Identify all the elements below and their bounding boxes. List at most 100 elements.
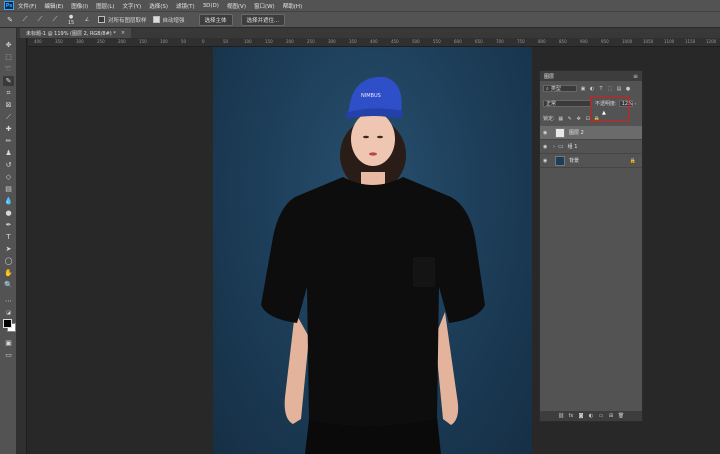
- ruler-tick-label: 450: [391, 39, 399, 44]
- crop-tool-icon[interactable]: ⌗: [3, 88, 14, 98]
- quick-select-tool-icon[interactable]: ✎: [5, 15, 15, 25]
- type-tool-icon[interactable]: T: [3, 232, 14, 242]
- menu-layer[interactable]: 图层(L): [96, 2, 114, 10]
- new-adjustment-icon[interactable]: ◐: [588, 413, 595, 419]
- ruler-tick-label: 700: [496, 39, 504, 44]
- pen-tool-icon[interactable]: ✒: [3, 220, 14, 230]
- menu-view[interactable]: 视图(V): [227, 2, 246, 10]
- opacity-dropdown-icon[interactable]: ›: [635, 101, 637, 106]
- filter-toggle-icon[interactable]: ●: [625, 86, 631, 92]
- select-subject-button[interactable]: 选择主体: [198, 13, 233, 26]
- ruler-tick-label: 1150: [685, 39, 696, 44]
- blur-tool-icon[interactable]: 💧: [3, 196, 14, 206]
- ruler-tick-label: 150: [139, 39, 147, 44]
- layer-name: 组 1: [567, 144, 578, 150]
- lock-pixels-icon[interactable]: ▦: [558, 116, 564, 122]
- layers-panel-title[interactable]: 图层: [544, 73, 554, 80]
- visibility-eye-icon[interactable]: ◉: [543, 158, 550, 164]
- quick-mask-icon[interactable]: ▣: [3, 338, 14, 348]
- select-and-mask-button[interactable]: 选择并遮住...: [240, 13, 286, 26]
- healing-brush-icon[interactable]: ✚: [3, 124, 14, 134]
- document-tab[interactable]: 未标题-1 @ 119% (图层 2, RGB/8#) * ×: [20, 28, 132, 38]
- ruler-tick-label: 200: [286, 39, 294, 44]
- filter-adjustment-icon[interactable]: ◐: [589, 86, 595, 92]
- layers-panel-header: 图层 ≡: [540, 71, 642, 81]
- more-tools-icon[interactable]: ⋯: [3, 296, 14, 306]
- subtract-selection-icon[interactable]: ⟋: [50, 15, 60, 25]
- dodge-tool-icon[interactable]: ●: [3, 208, 14, 218]
- layer-row[interactable]: ◉ › ▭ 组 1: [540, 140, 642, 154]
- filter-shape-icon[interactable]: ⬚: [607, 86, 613, 92]
- filter-pixel-icon[interactable]: ▣: [580, 86, 586, 92]
- visibility-eye-icon[interactable]: ◉: [543, 130, 550, 136]
- history-brush-icon[interactable]: ↺: [3, 160, 14, 170]
- default-colors-icon[interactable]: ◪: [3, 308, 14, 318]
- new-group-icon[interactable]: ▭: [598, 413, 605, 419]
- group-expand-icon[interactable]: ›: [553, 144, 555, 150]
- lock-position-icon[interactable]: ✥: [576, 116, 582, 122]
- menu-type[interactable]: 文字(Y): [123, 2, 142, 10]
- menu-filter[interactable]: 滤镜(T): [176, 2, 195, 10]
- auto-enhance-checkbox[interactable]: [152, 16, 160, 23]
- foreground-color-swatch[interactable]: [3, 319, 12, 328]
- ruler-tick-label: 50: [223, 39, 229, 44]
- eye-right-shape: [377, 135, 383, 139]
- hand-tool-icon[interactable]: ✋: [3, 268, 14, 278]
- folder-icon: ▭: [558, 143, 564, 150]
- visibility-eye-icon[interactable]: ◉: [543, 144, 550, 150]
- menu-image[interactable]: 图像(I): [71, 2, 88, 10]
- layer-row[interactable]: ◉ 图层 2: [540, 126, 642, 140]
- add-mask-icon[interactable]: ◙: [578, 413, 585, 419]
- horizontal-ruler: 400 350 300 250 200 150 100 50 0 50 100 150 200 250 30…: [28, 38, 720, 47]
- screen-mode-icon[interactable]: ▭: [3, 350, 14, 360]
- layer-name: 图层 2: [569, 130, 584, 136]
- marquee-tool-icon[interactable]: ⬚: [3, 52, 14, 62]
- lock-paint-icon[interactable]: ✎: [567, 116, 573, 122]
- menu-3d[interactable]: 3D(D): [203, 3, 219, 9]
- filter-type-icon[interactable]: T: [598, 86, 604, 92]
- gradient-tool-icon[interactable]: ▤: [3, 184, 14, 194]
- menu-edit[interactable]: 编辑(E): [44, 2, 63, 10]
- layer-name: 背景: [569, 158, 580, 164]
- layer-thumbnail: [555, 155, 565, 166]
- path-select-icon[interactable]: ➤: [3, 244, 14, 254]
- lasso-tool-icon[interactable]: ➰: [3, 64, 14, 74]
- brush-angle-icon[interactable]: ∠: [82, 15, 92, 25]
- clone-stamp-icon[interactable]: ♟: [3, 148, 14, 158]
- layer-style-icon[interactable]: fx: [568, 413, 575, 419]
- eye-left-shape: [363, 135, 369, 139]
- ruler-tick-label: 550: [433, 39, 441, 44]
- delete-layer-icon[interactable]: 🗑: [618, 413, 625, 419]
- brush-size-picker[interactable]: ● 15: [65, 14, 77, 26]
- menu-select[interactable]: 选择(S): [149, 2, 168, 10]
- zoom-tool-icon[interactable]: 🔍: [3, 280, 14, 290]
- link-layers-icon[interactable]: ⛓: [558, 413, 565, 419]
- left-arm-shape: [284, 312, 309, 424]
- menu-window[interactable]: 窗口(W): [254, 2, 275, 10]
- shape-tool-icon[interactable]: ◯: [3, 256, 14, 266]
- blend-mode-select[interactable]: 正常: [543, 100, 591, 107]
- photo-canvas[interactable]: NIMBUS: [213, 47, 532, 454]
- ruler-tick-label: 250: [307, 39, 315, 44]
- sample-all-layers-checkbox[interactable]: [98, 16, 105, 23]
- quick-select-tool-icon[interactable]: ✎: [3, 76, 14, 86]
- eyedropper-tool-icon[interactable]: ⟋: [3, 112, 14, 122]
- layers-panel-footer: ⛓ fx ◙ ◐ ▭ ⊞ 🗑: [540, 411, 642, 421]
- menu-help[interactable]: 帮助(H): [283, 2, 302, 10]
- brush-tool-icon[interactable]: ✏: [3, 136, 14, 146]
- add-selection-icon[interactable]: ⟋: [35, 15, 45, 25]
- eraser-tool-icon[interactable]: ◇: [3, 172, 14, 182]
- layer-row[interactable]: ◉ 背景 🔒: [540, 154, 642, 168]
- frame-tool-icon[interactable]: ⊠: [3, 100, 14, 110]
- filter-search-icon: ⌕: [546, 85, 549, 92]
- filter-smart-icon[interactable]: ▤: [616, 86, 622, 92]
- close-tab-icon[interactable]: ×: [121, 30, 125, 36]
- menu-bar: Ps 文件(F) 编辑(E) 图像(I) 图层(L) 文字(Y) 选择(S) 滤…: [0, 0, 720, 11]
- ruler-tick-label: 400: [370, 39, 378, 44]
- panel-menu-icon[interactable]: ≡: [633, 73, 638, 80]
- filter-type-select[interactable]: ⌕ 类型: [543, 85, 577, 92]
- move-tool-icon[interactable]: ✥: [3, 40, 14, 50]
- new-layer-icon[interactable]: ⊞: [608, 413, 615, 419]
- menu-file[interactable]: 文件(F): [18, 2, 36, 10]
- new-selection-icon[interactable]: ⟋: [20, 15, 30, 25]
